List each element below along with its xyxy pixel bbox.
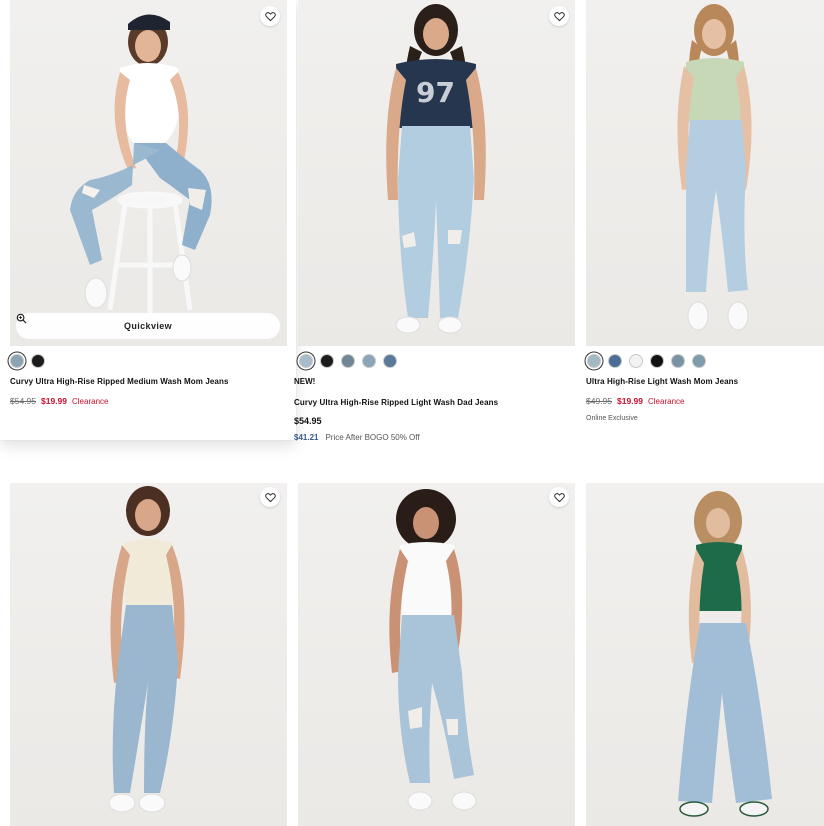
product-card-2[interactable]: 97 NEW! Curvy Ultra High-Rise Ripped Lig… <box>294 0 576 450</box>
promo-text: Price After BOGO 50% Off <box>325 433 420 443</box>
color-swatch[interactable] <box>383 354 397 368</box>
sale-price: $19.99 <box>41 396 67 406</box>
product-info: NEW! Curvy Ultra High-Rise Ripped Light … <box>294 377 574 443</box>
color-swatch[interactable] <box>10 354 24 368</box>
color-swatch[interactable] <box>320 354 334 368</box>
color-swatch[interactable] <box>587 354 601 368</box>
online-exclusive-label: Online Exclusive <box>586 415 638 422</box>
color-swatch[interactable] <box>692 354 706 368</box>
color-swatches <box>587 354 706 368</box>
product-image[interactable] <box>586 0 824 346</box>
product-info: Curvy Ultra High-Rise Ripped Medium Wash… <box>10 377 290 407</box>
regular-price: $54.95 <box>294 416 322 426</box>
price-row: $49.95 $19.99 Clearance <box>586 396 822 407</box>
color-swatch[interactable] <box>671 354 685 368</box>
product-card-3[interactable]: Ultra High-Rise Light Wash Mom Jeans $49… <box>586 0 824 440</box>
product-image[interactable]: Quickview <box>10 0 287 346</box>
svg-text:97: 97 <box>416 76 455 109</box>
product-image[interactable] <box>10 483 287 826</box>
model-photo <box>677 4 752 331</box>
quickview-button[interactable]: Quickview <box>16 313 280 339</box>
product-card-4[interactable] <box>10 483 287 826</box>
wishlist-heart-icon[interactable] <box>549 487 569 507</box>
model-photo <box>678 491 772 817</box>
color-swatch[interactable] <box>650 354 664 368</box>
color-swatches <box>10 354 45 368</box>
wishlist-heart-icon[interactable] <box>260 6 280 26</box>
product-card-6[interactable] <box>586 483 824 826</box>
color-swatch[interactable] <box>31 354 45 368</box>
clearance-tag: Clearance <box>648 397 685 406</box>
product-name[interactable]: Curvy Ultra High-Rise Ripped Medium Wash… <box>10 377 290 387</box>
product-card-1[interactable]: Quickview Curvy Ultra High-Rise Ripped M… <box>0 0 296 440</box>
model-photo: 97 <box>386 4 486 334</box>
promo-price: $41.21 <box>294 433 319 443</box>
product-name[interactable]: Ultra High-Rise Light Wash Mom Jeans <box>586 377 822 387</box>
product-name[interactable]: Curvy Ultra High-Rise Ripped Light Wash … <box>294 398 574 408</box>
sale-price: $19.99 <box>617 396 643 406</box>
wishlist-heart-icon[interactable] <box>549 6 569 26</box>
color-swatch[interactable] <box>608 354 622 368</box>
product-image[interactable] <box>586 483 824 826</box>
wishlist-heart-icon[interactable] <box>260 487 280 507</box>
color-swatch[interactable] <box>341 354 355 368</box>
original-price: $49.95 <box>586 396 612 406</box>
original-price: $54.95 <box>10 396 36 406</box>
zoom-icon <box>16 313 27 324</box>
color-swatch[interactable] <box>362 354 376 368</box>
color-swatches <box>299 354 397 368</box>
product-info: Ultra High-Rise Light Wash Mom Jeans $49… <box>586 377 822 424</box>
model-photo <box>108 486 185 813</box>
price-row: $54.95 $19.99 Clearance <box>10 396 290 407</box>
color-swatch[interactable] <box>629 354 643 368</box>
product-image[interactable] <box>298 483 575 826</box>
clearance-tag: Clearance <box>72 397 109 406</box>
new-badge: NEW! <box>294 377 316 386</box>
promo-row: $41.21 Price After BOGO 50% Off <box>294 433 574 443</box>
model-photo <box>389 489 477 811</box>
color-swatch[interactable] <box>299 354 313 368</box>
quickview-label: Quickview <box>123 321 173 331</box>
product-card-5[interactable] <box>298 483 575 826</box>
model-photo <box>70 14 212 315</box>
product-image[interactable]: 97 <box>298 0 575 346</box>
